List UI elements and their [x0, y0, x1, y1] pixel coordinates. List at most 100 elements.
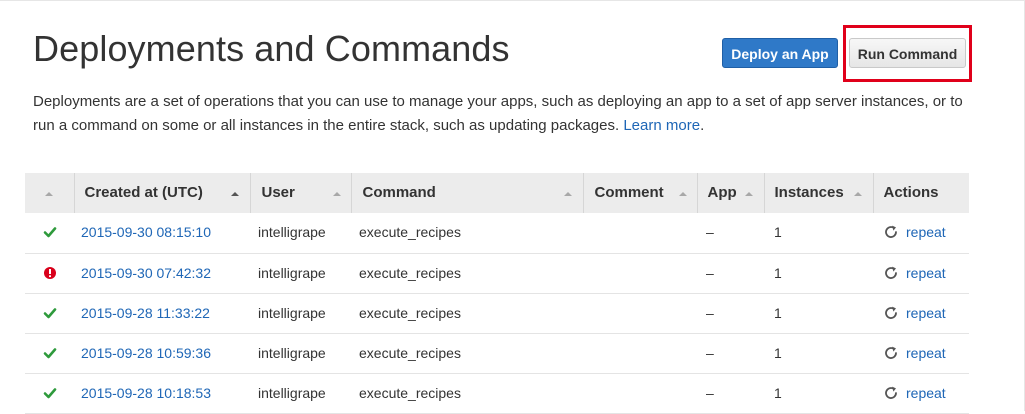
status-column-header[interactable]: [25, 173, 75, 213]
actions-cell: repeat: [873, 253, 969, 293]
error-icon: [43, 266, 57, 280]
app-header-label: App: [707, 184, 737, 201]
app-value: –: [706, 344, 714, 361]
repeat-link[interactable]: repeat: [906, 345, 946, 361]
user-cell: intelligrape: [250, 293, 351, 333]
actions-cell: repeat: [873, 373, 969, 413]
app-cell: –: [697, 333, 764, 373]
created-cell: 2015-09-30 08:15:10: [74, 213, 250, 253]
deployment-date-link[interactable]: 2015-09-30 07:42:32: [81, 265, 211, 281]
description-period: .: [700, 117, 705, 134]
page-description: Deployments are a set of operations that…: [33, 90, 973, 138]
app-column-header[interactable]: App: [697, 173, 765, 213]
top-divider: [0, 0, 1025, 1]
app-value: –: [706, 224, 714, 240]
deployment-date-link[interactable]: 2015-09-30 08:15:10: [81, 224, 211, 240]
repeat-icon[interactable]: [883, 305, 899, 321]
actions-cell: repeat: [873, 293, 969, 333]
status-cell: [25, 373, 74, 413]
repeat-link[interactable]: repeat: [906, 224, 946, 240]
learn-more-link[interactable]: Learn more: [623, 117, 700, 134]
app-value: –: [706, 384, 714, 401]
sort-icon[interactable]: [45, 192, 53, 196]
deployment-date-link[interactable]: 2015-09-28 10:18:53: [81, 385, 211, 401]
instances-value: 1: [774, 384, 782, 401]
instances-value: 1: [774, 304, 782, 321]
user-value: intelligrape: [258, 304, 326, 321]
repeat-link[interactable]: repeat: [906, 385, 946, 401]
comment-header-label: Comment: [594, 184, 664, 201]
instances-cell: 1: [764, 253, 873, 293]
status-cell: [25, 333, 74, 373]
comment-cell: [583, 253, 697, 293]
deploy-app-button[interactable]: Deploy an App: [722, 38, 838, 68]
instances-value: 1: [774, 224, 782, 240]
command-cell: execute_recipes: [351, 293, 583, 333]
actions-column-header: Actions: [873, 173, 969, 213]
user-cell: intelligrape: [250, 333, 351, 373]
created-cell: 2015-09-30 07:42:32: [74, 253, 250, 293]
sort-icon[interactable]: [853, 192, 862, 196]
page-title: Deployments and Commands: [33, 28, 510, 69]
repeat-icon[interactable]: [883, 345, 899, 361]
command-value: execute_recipes: [359, 304, 461, 321]
table-row: 2015-09-28 10:59:36 intelligrape execute_r…: [25, 333, 969, 373]
user-cell: intelligrape: [250, 253, 351, 293]
check-icon: [43, 306, 57, 320]
user-value: intelligrape: [258, 264, 326, 281]
user-header-label: User: [261, 184, 295, 201]
command-cell: execute_recipes: [351, 373, 583, 413]
repeat-icon[interactable]: [883, 224, 899, 240]
comment-column-header[interactable]: Comment: [583, 173, 698, 213]
sort-icon[interactable]: [332, 192, 341, 196]
repeat-icon[interactable]: [883, 385, 899, 401]
table-row: 2015-09-30 08:15:10 intelligrape execute_r…: [25, 213, 969, 253]
instances-column-header[interactable]: Instances: [764, 173, 874, 213]
deployment-date-link[interactable]: 2015-09-28 11:33:22: [81, 305, 210, 321]
app-cell: –: [697, 293, 764, 333]
sort-icon[interactable]: [678, 192, 687, 196]
comment-cell: [583, 373, 697, 413]
table-row: 2015-09-28 10:18:53 intelligrape execute_r…: [25, 373, 969, 413]
repeat-link[interactable]: repeat: [906, 265, 946, 281]
command-value: execute_recipes: [359, 264, 461, 281]
command-header-label: Command: [362, 184, 436, 201]
user-column-header[interactable]: User: [250, 173, 352, 213]
check-icon: [43, 386, 57, 400]
deployments-table: Created at (UTC) User Command Comment Ap…: [25, 173, 969, 414]
sort-active-icon[interactable]: [230, 192, 239, 196]
command-cell: execute_recipes: [351, 333, 583, 373]
app-value: –: [706, 304, 714, 321]
comment-cell: [583, 293, 697, 333]
instances-cell: 1: [764, 333, 873, 373]
status-cell: [25, 293, 74, 333]
repeat-link[interactable]: repeat: [906, 305, 946, 321]
instances-cell: 1: [764, 293, 873, 333]
app-cell: –: [697, 373, 764, 413]
user-value: intelligrape: [258, 384, 326, 401]
status-cell: [25, 253, 74, 293]
created-cell: 2015-09-28 10:18:53: [74, 373, 250, 413]
command-value: execute_recipes: [359, 344, 461, 361]
sort-icon[interactable]: [744, 192, 753, 196]
instances-value: 1: [774, 344, 782, 361]
actions-header-label: Actions: [883, 184, 939, 201]
user-cell: intelligrape: [250, 213, 351, 253]
user-cell: intelligrape: [250, 373, 351, 413]
command-value: execute_recipes: [359, 384, 461, 401]
created-column-header[interactable]: Created at (UTC): [74, 173, 251, 213]
sort-icon[interactable]: [563, 192, 572, 196]
actions-cell: repeat: [873, 213, 969, 253]
status-cell: [25, 213, 74, 253]
command-column-header[interactable]: Command: [351, 173, 584, 213]
check-icon: [43, 225, 57, 239]
instances-header-label: Instances: [774, 184, 844, 201]
run-command-highlight: [843, 25, 972, 82]
comment-cell: [583, 213, 697, 253]
created-cell: 2015-09-28 11:33:22: [74, 293, 250, 333]
user-value: intelligrape: [258, 344, 326, 361]
command-cell: execute_recipes: [351, 213, 583, 253]
repeat-icon[interactable]: [883, 265, 899, 281]
deployment-date-link[interactable]: 2015-09-28 10:59:36: [81, 345, 211, 361]
check-icon: [43, 346, 57, 360]
